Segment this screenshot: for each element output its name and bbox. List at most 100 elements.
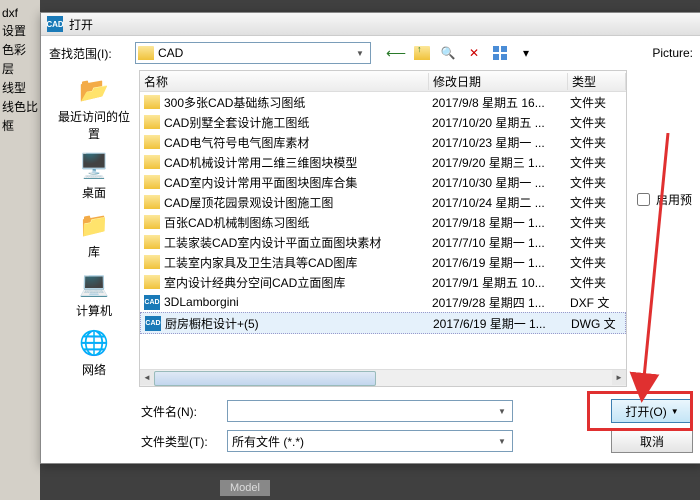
cad-file-icon: CAD: [145, 316, 161, 331]
chevron-down-icon[interactable]: ▼: [494, 403, 510, 419]
desktop-icon: [76, 150, 112, 182]
place-lib[interactable]: 库: [54, 209, 134, 260]
lookin-value: CAD: [158, 46, 348, 60]
file-row[interactable]: 工装家装CAD室内设计平面立面图块素材2017/7/10 星期一 1...文件夹: [140, 232, 626, 252]
place-desktop[interactable]: 桌面: [54, 150, 134, 201]
file-name: 工装家装CAD室内设计平面立面图块素材: [164, 234, 381, 251]
nav-back-icon[interactable]: ⟵: [385, 42, 407, 64]
file-row[interactable]: 300多张CAD基础练习图纸2017/9/8 星期五 16...文件夹: [140, 92, 626, 112]
file-list-header: 名称 修改日期 类型: [140, 71, 626, 92]
folder-icon: [144, 255, 160, 269]
cad-file-icon: CAD: [144, 295, 160, 310]
file-name: 3DLamborgini: [164, 295, 239, 309]
place-recent[interactable]: 最近访问的位置: [54, 74, 134, 142]
file-name: CAD机械设计常用二维三维图块模型: [164, 154, 357, 171]
filetype-combo[interactable]: 所有文件 (*.*) ▼: [227, 430, 513, 452]
side-layer[interactable]: 层: [2, 60, 38, 77]
nav-search-icon[interactable]: 🔍: [437, 42, 459, 64]
file-rows: 300多张CAD基础练习图纸2017/9/8 星期五 16...文件夹CAD别墅…: [140, 92, 626, 369]
file-date: 2017/9/20 星期三 1...: [428, 154, 566, 171]
scroll-thumb[interactable]: [154, 371, 376, 386]
side-frame[interactable]: 框: [2, 117, 38, 134]
app-left-items: dxf 设置 色彩 层 线型 线色比 框: [0, 0, 40, 140]
enable-preview-checkbox[interactable]: 启用预: [633, 190, 693, 209]
file-row[interactable]: CAD3DLamborgini2017/9/28 星期四 1...DXF 文: [140, 292, 626, 312]
file-date: 2017/9/28 星期四 1...: [428, 294, 566, 311]
open-dialog: CAD 打开 查找范围(I): CAD ▼ ⟵ 🔍 ✕ ▾ Picture: 最…: [40, 12, 700, 464]
file-type: 文件夹: [566, 214, 626, 231]
chevron-down-icon[interactable]: ▼: [352, 45, 368, 61]
enable-preview-input[interactable]: [637, 193, 650, 206]
recent-icon: [76, 74, 112, 106]
dialog-title: 打开: [69, 16, 93, 33]
chevron-down-icon[interactable]: ▼: [494, 433, 510, 449]
file-date: 2017/9/8 星期五 16...: [428, 94, 566, 111]
file-type: 文件夹: [566, 174, 626, 191]
nav-up-icon[interactable]: [411, 42, 433, 64]
file-date: 2017/9/1 星期五 10...: [428, 274, 566, 291]
place-computer[interactable]: 计算机: [54, 268, 134, 319]
file-row[interactable]: CAD别墅全套设计施工图纸2017/10/20 星期五 ...文件夹: [140, 112, 626, 132]
file-name: CAD电气符号电气图库素材: [164, 134, 309, 151]
filename-combo[interactable]: ▼: [227, 400, 513, 422]
folder-icon: [144, 235, 160, 249]
file-type: 文件夹: [566, 254, 626, 271]
cad-app-icon: CAD: [47, 16, 63, 32]
file-type: DWG 文: [567, 315, 625, 332]
file-date: 2017/10/20 星期五 ...: [428, 114, 566, 131]
dialog-titlebar: CAD 打开: [41, 13, 700, 36]
file-date: 2017/10/30 星期一 ...: [428, 174, 566, 191]
side-color[interactable]: 色彩: [2, 41, 38, 58]
file-row[interactable]: CAD机械设计常用二维三维图块模型2017/9/20 星期三 1...文件夹: [140, 152, 626, 172]
picture-label: Picture:: [652, 46, 693, 60]
col-date[interactable]: 修改日期: [429, 73, 568, 90]
ext-label: dxf: [2, 6, 38, 20]
lookin-combo[interactable]: CAD ▼: [135, 42, 371, 64]
nav-views-dropdown[interactable]: ▾: [515, 42, 537, 64]
side-setting[interactable]: 设置: [2, 22, 38, 39]
file-row[interactable]: 百张CAD机械制图练习图纸2017/9/18 星期一 1...文件夹: [140, 212, 626, 232]
file-name: 工装室内家具及卫生洁具等CAD图库: [164, 254, 357, 271]
file-row[interactable]: 室内设计经典分空间CAD立面图库2017/9/1 星期五 10...文件夹: [140, 272, 626, 292]
file-date: 2017/10/23 星期一 ...: [428, 134, 566, 151]
file-type: 文件夹: [566, 114, 626, 131]
file-row[interactable]: CAD电气符号电气图库素材2017/10/23 星期一 ...文件夹: [140, 132, 626, 152]
file-row[interactable]: CAD屋顶花园景观设计图施工图2017/10/24 星期二 ...文件夹: [140, 192, 626, 212]
filetype-label: 文件类型(T):: [141, 433, 221, 450]
scroll-left-icon[interactable]: ◄: [140, 370, 154, 385]
place-network[interactable]: 网络: [54, 327, 134, 378]
horizontal-scrollbar[interactable]: ◄ ►: [140, 369, 626, 386]
file-row[interactable]: 工装室内家具及卫生洁具等CAD图库 2017/6/19 星期一 1...文件夹: [140, 252, 626, 272]
folder-icon: [144, 275, 160, 289]
file-list[interactable]: 名称 修改日期 类型 300多张CAD基础练习图纸 2017/9/8 星期五 16…: [139, 70, 627, 387]
folder-icon: [144, 195, 160, 209]
scroll-right-icon[interactable]: ►: [612, 370, 626, 385]
file-name: 厨房橱柜设计+(5): [165, 315, 259, 332]
computer-icon: [76, 268, 112, 300]
side-lineweight[interactable]: 线色比: [2, 98, 38, 115]
file-date: 2017/6/19 星期一 1...: [428, 254, 566, 271]
file-name: 300多张CAD基础练习图纸: [164, 94, 305, 111]
col-name[interactable]: 名称: [140, 73, 429, 90]
model-tab[interactable]: Model: [220, 480, 270, 496]
cancel-button[interactable]: 取消: [611, 429, 693, 453]
folder-icon: [144, 215, 160, 229]
enable-preview-label: 启用预: [656, 191, 692, 208]
open-button[interactable]: 打开(O) ▼: [611, 399, 693, 423]
col-type[interactable]: 类型: [568, 73, 626, 90]
open-button-label: 打开(O): [625, 403, 666, 420]
place-label: 库: [88, 243, 100, 260]
folder-icon: [144, 135, 160, 149]
folder-icon: [144, 115, 160, 129]
chevron-down-icon: ▼: [671, 407, 679, 416]
nav-views-icon[interactable]: [489, 42, 511, 64]
file-row[interactable]: CAD室内设计常用平面图块图库合集2017/10/30 星期一 ...文件夹: [140, 172, 626, 192]
file-type: 文件夹: [566, 234, 626, 251]
file-row[interactable]: CAD厨房橱柜设计+(5)2017/6/19 星期一 1...DWG 文: [140, 312, 626, 334]
nav-delete-icon[interactable]: ✕: [463, 42, 485, 64]
filename-label: 文件名(N):: [141, 403, 221, 420]
place-label: 网络: [82, 361, 106, 378]
places-bar: 最近访问的位置桌面库计算机网络: [49, 70, 139, 387]
file-name: 室内设计经典分空间CAD立面图库: [164, 274, 345, 291]
side-linetype[interactable]: 线型: [2, 79, 38, 96]
